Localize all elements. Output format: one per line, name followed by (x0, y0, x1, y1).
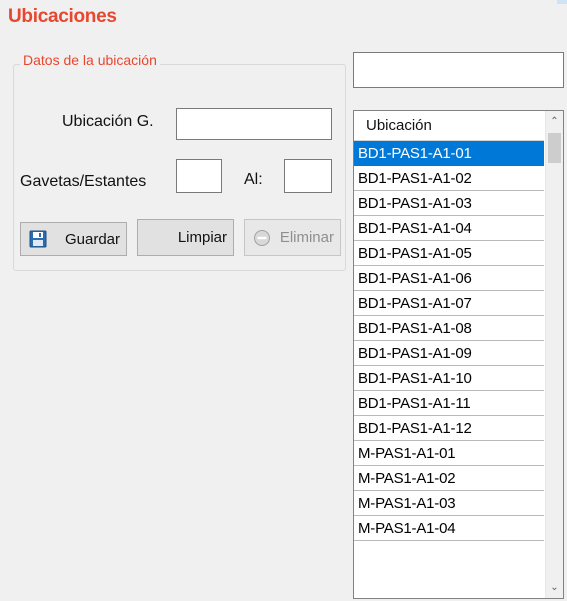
list-rows: BD1-PAS1-A1-01 BD1-PAS1-A1-02 BD1-PAS1-A1-… (354, 141, 544, 541)
save-icon (29, 230, 47, 248)
scroll-up-icon[interactable]: ⌃ (546, 113, 563, 130)
eliminar-button-label: Eliminar (279, 229, 334, 246)
page-title: Ubicaciones (8, 6, 117, 27)
list-item[interactable]: BD1-PAS1-A1-09 (354, 341, 544, 366)
list-item[interactable]: BD1-PAS1-A1-02 (354, 166, 544, 191)
eliminar-button[interactable]: Eliminar (244, 219, 341, 256)
scroll-down-icon[interactable]: ⌄ (546, 579, 563, 596)
list-item[interactable]: BD1-PAS1-A1-07 (354, 291, 544, 316)
list-item[interactable]: BD1-PAS1-A1-10 (354, 366, 544, 391)
list-column-header[interactable]: Ubicación (354, 111, 544, 141)
guardar-button-label: Guardar (64, 230, 120, 248)
list-item[interactable]: BD1-PAS1-A1-04 (354, 216, 544, 241)
vertical-scrollbar[interactable]: ⌃ ⌄ (545, 111, 563, 598)
list-item[interactable]: BD1-PAS1-A1-01 (354, 141, 544, 166)
guardar-button[interactable]: Guardar (20, 222, 127, 256)
list-item[interactable]: BD1-PAS1-A1-12 (354, 416, 544, 441)
search-input[interactable] (353, 52, 564, 88)
list-item[interactable]: M-PAS1-A1-02 (354, 466, 544, 491)
list-item[interactable]: BD1-PAS1-A1-08 (354, 316, 544, 341)
list-item[interactable]: BD1-PAS1-A1-11 (354, 391, 544, 416)
gavetas-label: Gavetas/Estantes (20, 173, 147, 190)
scroll-thumb[interactable] (548, 133, 561, 163)
remove-icon (254, 229, 270, 246)
ubicacion-label: Ubicación G. (62, 113, 154, 130)
list-item[interactable]: BD1-PAS1-A1-05 (354, 241, 544, 266)
limpiar-button[interactable]: Limpiar (137, 219, 234, 256)
gavetas-to-input[interactable] (284, 159, 332, 193)
list-item[interactable]: M-PAS1-A1-03 (354, 491, 544, 516)
locations-listbox[interactable]: Ubicación BD1-PAS1-A1-01 BD1-PAS1-A1-02 BD… (353, 110, 564, 599)
limpiar-button-label: Limpiar (177, 229, 227, 246)
list-item[interactable]: BD1-PAS1-A1-06 (354, 266, 544, 291)
al-label: Al: (244, 171, 263, 188)
list-item[interactable]: BD1-PAS1-A1-03 (354, 191, 544, 216)
groupbox-legend: Datos de la ubicación (20, 52, 160, 68)
gavetas-from-input[interactable] (176, 159, 222, 193)
list-item[interactable]: M-PAS1-A1-04 (354, 516, 544, 541)
list-item[interactable]: M-PAS1-A1-01 (354, 441, 544, 466)
ubicacion-input[interactable] (176, 108, 332, 140)
window-corner-accent (557, 0, 567, 4)
